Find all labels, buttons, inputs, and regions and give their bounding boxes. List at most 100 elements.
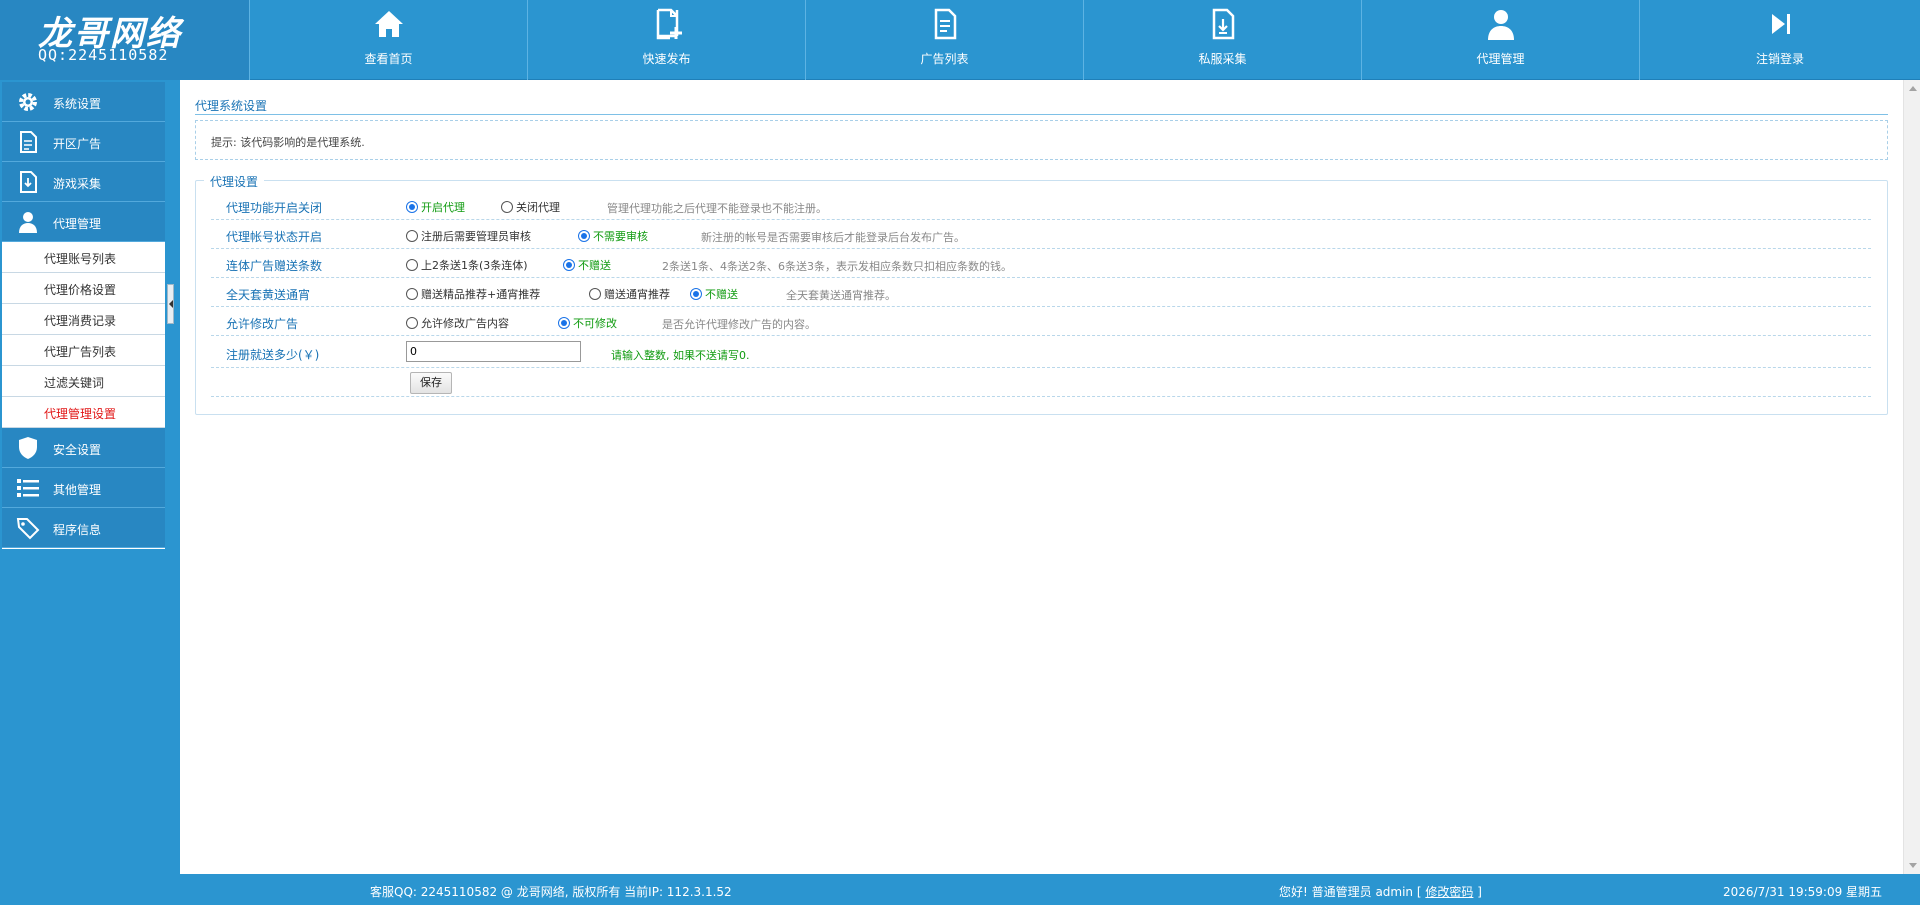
change-password-link[interactable]: 修改密码: [1425, 885, 1473, 899]
radio-allow-edit[interactable]: 允许修改广告内容: [406, 315, 509, 331]
radio-disable-agent[interactable]: 关闭代理: [501, 199, 560, 215]
footer: 客服QQ: 2245110582 @ 龙哥网络, 版权所有 当前IP: 112.…: [0, 874, 1920, 905]
radio-no-gift-allday[interactable]: 不赠送: [690, 286, 738, 302]
sidebar-subitem-agent-settings[interactable]: 代理管理设置: [2, 397, 165, 428]
add-document-icon: [656, 8, 682, 40]
radio-no-edit[interactable]: 不可修改: [558, 315, 617, 331]
radio-require-review[interactable]: 注册后需要管理员审核: [406, 228, 531, 244]
sidebar-item-other[interactable]: 其他管理: [2, 468, 165, 508]
radio-unchecked: [589, 288, 601, 300]
user-icon: [1487, 10, 1514, 40]
nav-private-collect[interactable]: 私服采集: [1084, 0, 1362, 80]
row-label: 代理帐号状态开启: [226, 230, 323, 244]
sidebar-subitem-label: 代理管理设置: [44, 407, 117, 421]
radio-no-gift[interactable]: 不赠送: [563, 257, 611, 273]
nav-label: 查看首页: [364, 52, 413, 66]
radio-checked: [563, 259, 575, 271]
radio-enable-agent[interactable]: 开启代理: [406, 199, 465, 215]
radio-label: 上2条送1条(3条连体): [421, 259, 528, 272]
radio-gift-featured-overnight[interactable]: 赠送精品推荐+通宵推荐: [406, 286, 540, 302]
row-note: 全天套黄送通宵推荐。: [786, 289, 896, 302]
footer-greeting: 您好! 普通管理员 admin [: [1279, 885, 1422, 899]
row-label: 连体广告赠送条数: [226, 259, 323, 273]
list-icon: [17, 479, 39, 497]
scroll-up-arrow-icon[interactable]: [1909, 86, 1917, 91]
radio-unchecked: [406, 259, 418, 271]
sidebar-label: 程序信息: [53, 523, 102, 537]
nav-agent-management[interactable]: 代理管理: [1362, 0, 1640, 80]
user-icon: [19, 212, 37, 233]
footer-user-info: 您好! 普通管理员 admin [ 修改密码 ]: [1279, 883, 1482, 900]
radio-checked: [406, 201, 418, 213]
row-note: 管理代理功能之后代理不能登录也不能注册。: [607, 202, 827, 215]
nav-label: 广告列表: [920, 52, 969, 66]
footer-copyright: 客服QQ: 2245110582 @ 龙哥网络, 版权所有 当前IP: 112.…: [370, 885, 732, 899]
register-bonus-input[interactable]: [406, 341, 581, 362]
row-linked-ads: 连体广告赠送条数 上2条送1条(3条连体) 不赠送 2条送1条、4条送2条、6条…: [211, 249, 1871, 278]
radio-checked: [690, 288, 702, 300]
radio-two-get-one[interactable]: 上2条送1条(3条连体): [406, 257, 528, 273]
radio-label: 允许修改广告内容: [421, 317, 509, 330]
radio-unchecked: [406, 317, 418, 329]
sidebar-subitem-agent-price[interactable]: 代理价格设置: [2, 273, 165, 304]
row-save: 保存: [211, 368, 1871, 397]
agent-settings-fieldset: 代理设置 代理功能开启关闭 开启代理 关闭代理 管理代理功能之后代理不能登录也不…: [195, 173, 1888, 415]
sidebar-subitem-agent-ads[interactable]: 代理广告列表: [2, 335, 165, 366]
list-document-icon: [934, 8, 956, 40]
download-document-icon: [20, 171, 37, 193]
page-title: 代理系统设置: [195, 97, 1888, 115]
top-bar: 龙哥网络 QQ:2245110582 查看首页 快速发布 广告列表 私服采集 代…: [0, 0, 1920, 80]
shield-icon: [19, 437, 37, 459]
nav-label: 快速发布: [642, 52, 691, 66]
sidebar-item-server-ads[interactable]: 开区广告: [2, 122, 165, 162]
row-note: 新注册的帐号是否需要审核后才能登录后台发布广告。: [701, 231, 965, 244]
sidebar-collapse-handle[interactable]: [167, 284, 174, 324]
radio-no-review[interactable]: 不需要审核: [578, 228, 648, 244]
sidebar-item-security[interactable]: 安全设置: [2, 428, 165, 468]
logo-qq: QQ:2245110582: [38, 46, 169, 64]
nav-home[interactable]: 查看首页: [250, 0, 528, 80]
sidebar-item-game-collect[interactable]: 游戏采集: [2, 162, 165, 202]
nav-quick-publish[interactable]: 快速发布: [528, 0, 806, 80]
sidebar-item-program-info[interactable]: 程序信息: [2, 508, 165, 548]
radio-checked: [558, 317, 570, 329]
home-icon: [374, 11, 403, 37]
nav-label: 私服采集: [1198, 52, 1247, 66]
top-nav: 查看首页 快速发布 广告列表 私服采集 代理管理 注销登录: [250, 0, 1920, 80]
radio-label: 不需要审核: [593, 230, 648, 243]
radio-label: 关闭代理: [516, 201, 560, 214]
radio-checked: [578, 230, 590, 242]
sidebar-label: 系统设置: [53, 97, 102, 111]
scrollbar[interactable]: [1903, 80, 1920, 874]
scroll-down-arrow-icon[interactable]: [1909, 863, 1917, 868]
row-register-bonus: 注册就送多少(￥) 请输入整数, 如果不送请写0.: [211, 336, 1871, 368]
save-button[interactable]: 保存: [410, 372, 452, 394]
radio-unchecked: [406, 288, 418, 300]
sidebar-item-system-settings[interactable]: 系统设置: [2, 82, 165, 122]
radio-label: 开启代理: [421, 201, 465, 214]
gear-icon: [19, 93, 37, 111]
sidebar-subitem-label: 代理账号列表: [44, 252, 117, 266]
sidebar-label: 其他管理: [53, 483, 102, 497]
frame-separator: [166, 80, 180, 874]
sidebar-subitem-label: 过滤关键词: [44, 376, 105, 390]
radio-label: 赠送通宵推荐: [604, 288, 670, 301]
radio-gift-overnight[interactable]: 赠送通宵推荐: [589, 286, 670, 302]
sidebar-label: 游戏采集: [53, 177, 102, 191]
row-note: 2条送1条、4条送2条、6条送3条，表示发相应条数只扣相应条数的钱。: [662, 260, 1012, 273]
radio-label: 赠送精品推荐+通宵推荐: [421, 288, 541, 301]
sidebar-subitem-label: 代理价格设置: [44, 283, 117, 297]
radio-label: 注册后需要管理员审核: [421, 230, 531, 243]
radio-label: 不可修改: [573, 317, 617, 330]
sidebar-subitem-agent-consumption[interactable]: 代理消费记录: [2, 304, 165, 335]
radio-label: 不赠送: [578, 259, 611, 272]
sidebar-subitem-agent-accounts[interactable]: 代理账号列表: [2, 242, 165, 273]
document-icon: [20, 131, 37, 153]
footer-datetime: 2026/7/31 19:59:09 星期五: [1723, 885, 1883, 899]
sidebar-item-agent-management[interactable]: 代理管理: [2, 202, 165, 242]
fieldset-legend: 代理设置: [204, 173, 265, 190]
sidebar-subitem-filter-keywords[interactable]: 过滤关键词: [2, 366, 165, 397]
row-note: 请输入整数, 如果不送请写0.: [611, 349, 750, 362]
nav-logout[interactable]: 注销登录: [1640, 0, 1920, 80]
nav-ad-list[interactable]: 广告列表: [806, 0, 1084, 80]
